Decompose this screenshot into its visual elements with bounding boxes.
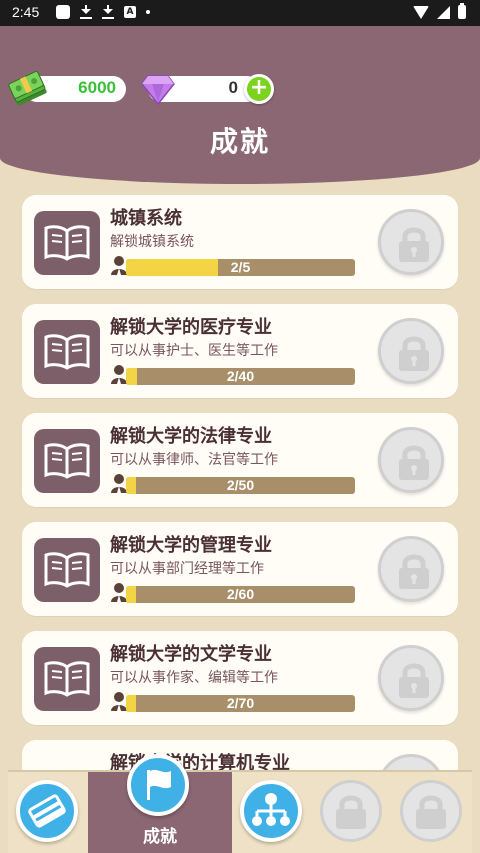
achievement-card[interactable]: 解锁大学的管理专业 可以从事部门经理等工作 2/60: [22, 522, 458, 616]
progress-text: 2/5: [230, 259, 251, 275]
book-icon: [16, 780, 78, 842]
a-badge-icon: A: [124, 6, 136, 18]
lock-icon: [400, 780, 462, 842]
nav-tab-org[interactable]: [232, 772, 312, 853]
achievement-title: 城镇系统: [110, 208, 182, 229]
nav-tab-book[interactable]: [8, 772, 88, 853]
gem-icon: [140, 72, 176, 106]
book-icon: [34, 538, 100, 602]
progress-text: 2/60: [226, 586, 255, 602]
achievement-description: 可以从事部门经理等工作: [110, 561, 264, 577]
book-icon: [34, 647, 100, 711]
nav-tab-locked-1[interactable]: [312, 772, 392, 853]
signal-icon: [437, 5, 450, 19]
app-square-icon: [56, 5, 70, 19]
page-title: 成就: [209, 125, 270, 158]
achievement-title: 解锁大学的文学专业: [110, 644, 272, 665]
header: [0, 26, 480, 184]
lock-icon: [378, 536, 444, 602]
progress-bar: 2/5: [126, 259, 355, 276]
achievement-title: 解锁大学的管理专业: [110, 535, 272, 556]
lock-icon: [378, 209, 444, 275]
org-chart-icon: [240, 780, 302, 842]
wifi-icon: [413, 5, 429, 19]
lock-icon: [378, 427, 444, 493]
achievement-card[interactable]: 解锁大学的医疗专业 可以从事护士、医生等工作 2/40: [22, 304, 458, 398]
achievement-card[interactable]: 城镇系统 解锁城镇系统 2/5: [22, 195, 458, 289]
nav-label-achievements: 成就: [143, 827, 177, 847]
cash-icon: [8, 70, 50, 108]
achievement-description: 可以从事护士、医生等工作: [110, 343, 278, 359]
lock-icon: [320, 780, 382, 842]
achievement-description: 可以从事作家、编辑等工作: [110, 670, 278, 686]
status-bar: 2:45 A: [0, 0, 480, 26]
lock-icon: [378, 645, 444, 711]
progress-bar: 2/40: [126, 368, 355, 385]
achievement-description: 解锁城镇系统: [110, 234, 194, 250]
battery-icon: [458, 3, 466, 19]
nav-tab-locked-2[interactable]: [392, 772, 472, 853]
status-time: 2:45: [12, 4, 40, 20]
dot-icon: [146, 10, 150, 14]
lock-icon: [378, 318, 444, 384]
achievement-title: 解锁大学的法律专业: [110, 426, 272, 447]
cash-value: 6000: [78, 78, 116, 97]
achievement-card[interactable]: 解锁大学的法律专业 可以从事律师、法官等工作 2/50: [22, 413, 458, 507]
progress-text: 2/50: [226, 477, 255, 493]
book-icon: [34, 211, 100, 275]
bottom-nav: 成就: [8, 754, 472, 853]
book-icon: [34, 429, 100, 493]
achievement-card[interactable]: 解锁大学的文学专业 可以从事作家、编辑等工作 2/70: [22, 631, 458, 725]
progress-bar: 2/60: [126, 586, 355, 603]
achievement-title: 解锁大学的医疗专业: [110, 317, 272, 338]
download-icon: [80, 5, 92, 19]
achievement-description: 可以从事律师、法官等工作: [110, 452, 278, 468]
download-icon: [102, 5, 114, 19]
progress-bar: 2/70: [126, 695, 355, 712]
progress-bar: 2/50: [126, 477, 355, 494]
book-icon: [34, 320, 100, 384]
flag-icon: [127, 754, 189, 816]
gem-value: 0: [228, 78, 238, 97]
progress-text: 2/70: [226, 695, 255, 711]
progress-text: 2/40: [226, 368, 255, 384]
nav-tab-achievements[interactable]: 成就: [88, 754, 232, 853]
add-gems-button[interactable]: +: [244, 74, 274, 104]
